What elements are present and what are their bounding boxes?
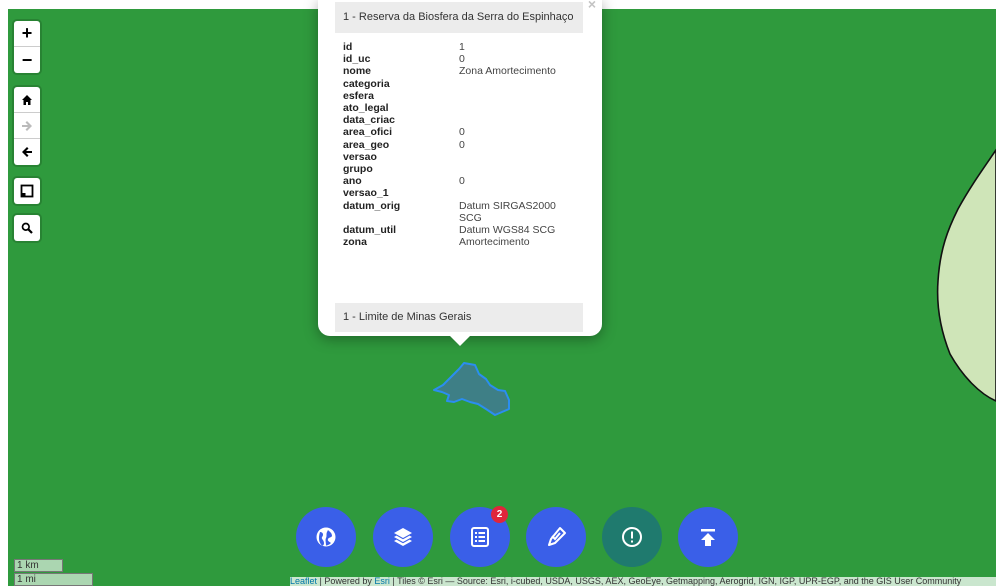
attribute-row: versao (343, 151, 579, 163)
navigation-control (14, 87, 40, 165)
attribute-key: versao (343, 150, 377, 163)
feature-popup: × 1 - Reserva da Biosfera da Serra do Es… (318, 0, 602, 346)
extent-icon (20, 184, 34, 198)
attribute-value: Zona Amortecimento (459, 65, 556, 78)
attribute-row: datum_orig Datum SIRGAS2000 SCG (343, 200, 579, 224)
attribute-key: datum_util (343, 224, 397, 237)
globe-icon (316, 527, 336, 547)
leaflet-link[interactable]: Leaflet (290, 577, 317, 586)
attribution-sources: | Tiles © Esri — Source: Esri, i-cubed, … (389, 577, 962, 586)
attribute-row: grupo (343, 163, 579, 175)
zoom-control: + − (14, 21, 40, 73)
zoom-out-button[interactable]: − (14, 47, 40, 73)
attribute-row: area_ofici 0 (343, 126, 579, 138)
attribute-value: Amortecimento (459, 236, 530, 249)
layers-icon (394, 528, 412, 546)
zoom-in-button[interactable]: + (14, 21, 40, 47)
attribute-key: ato_legal (343, 102, 389, 115)
home-icon (22, 94, 32, 105)
forward-button[interactable] (14, 113, 40, 139)
attribute-value (459, 90, 579, 102)
draw-check-icon (548, 527, 566, 546)
legend-count-badge: 2 (491, 506, 508, 523)
legend-button[interactable]: 2 (450, 506, 510, 567)
attribute-row: datum_util Datum WGS84 SCG (343, 224, 579, 236)
attribute-key: versao_1 (343, 187, 389, 200)
attribute-key: nome (343, 65, 372, 78)
popup-close-button[interactable]: × (588, 0, 596, 12)
attribute-value: 0 (459, 175, 465, 188)
attribute-value: 0 (459, 138, 465, 151)
attribute-row: versao_1 (343, 187, 579, 199)
attribute-row: data_criac (343, 114, 579, 126)
back-button[interactable] (14, 139, 40, 165)
popup-tip (449, 335, 471, 346)
popup-footer-title: 1 - Limite de Minas Gerais (335, 303, 583, 332)
upload-button[interactable] (678, 507, 738, 567)
alert-icon (622, 527, 642, 547)
search-button[interactable] (14, 215, 40, 241)
attribute-row: zona Amortecimento (343, 236, 579, 248)
attribute-key: ano (343, 175, 362, 188)
attribute-row: ano 0 (343, 175, 579, 187)
attribute-value: 0 (459, 53, 465, 66)
zoom-extent-button[interactable] (14, 178, 40, 204)
attribute-row: area_geo 0 (343, 139, 579, 151)
attribute-row: categoria (343, 78, 579, 90)
popup-content: 1 - Reserva da Biosfera da Serra do Espi… (335, 2, 583, 332)
attribute-table: id 1 id_uc 0 nome Zona Amortecimento categoria… (343, 41, 579, 248)
attribute-row: ato_legal (343, 102, 579, 114)
attribution-powered: | Powered by (317, 577, 375, 586)
attribute-key: id_uc (343, 53, 371, 66)
scale-mi: 1 mi (14, 573, 93, 586)
limit-polygon[interactable] (936, 148, 996, 402)
list-icon (471, 527, 489, 547)
arrow-right-icon (22, 120, 32, 131)
attribute-value (459, 163, 579, 175)
attribute-row: id 1 (343, 41, 579, 53)
attribute-key: esfera (343, 89, 374, 102)
attribute-value (459, 102, 579, 114)
attribute-value (459, 78, 579, 90)
attribute-key: id (343, 41, 353, 53)
attribute-value: Datum SIRGAS2000 SCG (459, 199, 556, 224)
attribute-value: Datum WGS84 SCG (459, 224, 556, 237)
upload-icon (701, 529, 715, 546)
attribute-value (459, 151, 579, 163)
scale-km: 1 km (14, 559, 63, 572)
attribute-row: esfera (343, 90, 579, 102)
attribute-key: area_geo (343, 138, 390, 151)
map-attribution: Leaflet | Powered by Esri | Tiles © Esri… (290, 577, 996, 586)
info-button[interactable] (602, 507, 662, 567)
popup-header-title: 1 - Reserva da Biosfera da Serra do Espi… (335, 2, 583, 33)
esri-link[interactable]: Esri (374, 577, 390, 586)
arrow-left-icon (22, 147, 32, 157)
attribute-row: id_uc 0 (343, 53, 579, 65)
attribute-row: nome Zona Amortecimento (343, 65, 579, 77)
home-button[interactable] (14, 87, 40, 113)
selected-polygon[interactable] (433, 362, 510, 416)
attribute-key: zona (343, 236, 367, 249)
attribute-key: categoria (343, 77, 390, 90)
draw-button[interactable] (526, 507, 586, 567)
search-icon (21, 222, 33, 234)
attribute-value (459, 114, 579, 126)
attribute-key: data_criac (343, 114, 395, 127)
attribute-key: grupo (343, 163, 373, 176)
basemap-button[interactable] (296, 507, 356, 567)
attribute-value: 1 (459, 41, 465, 53)
attribute-value (459, 187, 579, 199)
attribute-key: area_ofici (343, 126, 393, 139)
extent-control (14, 178, 40, 204)
search-control (14, 215, 40, 241)
attribute-key: datum_orig (343, 199, 401, 212)
attribute-value: 0 (459, 126, 465, 139)
layers-button[interactable] (373, 507, 433, 567)
